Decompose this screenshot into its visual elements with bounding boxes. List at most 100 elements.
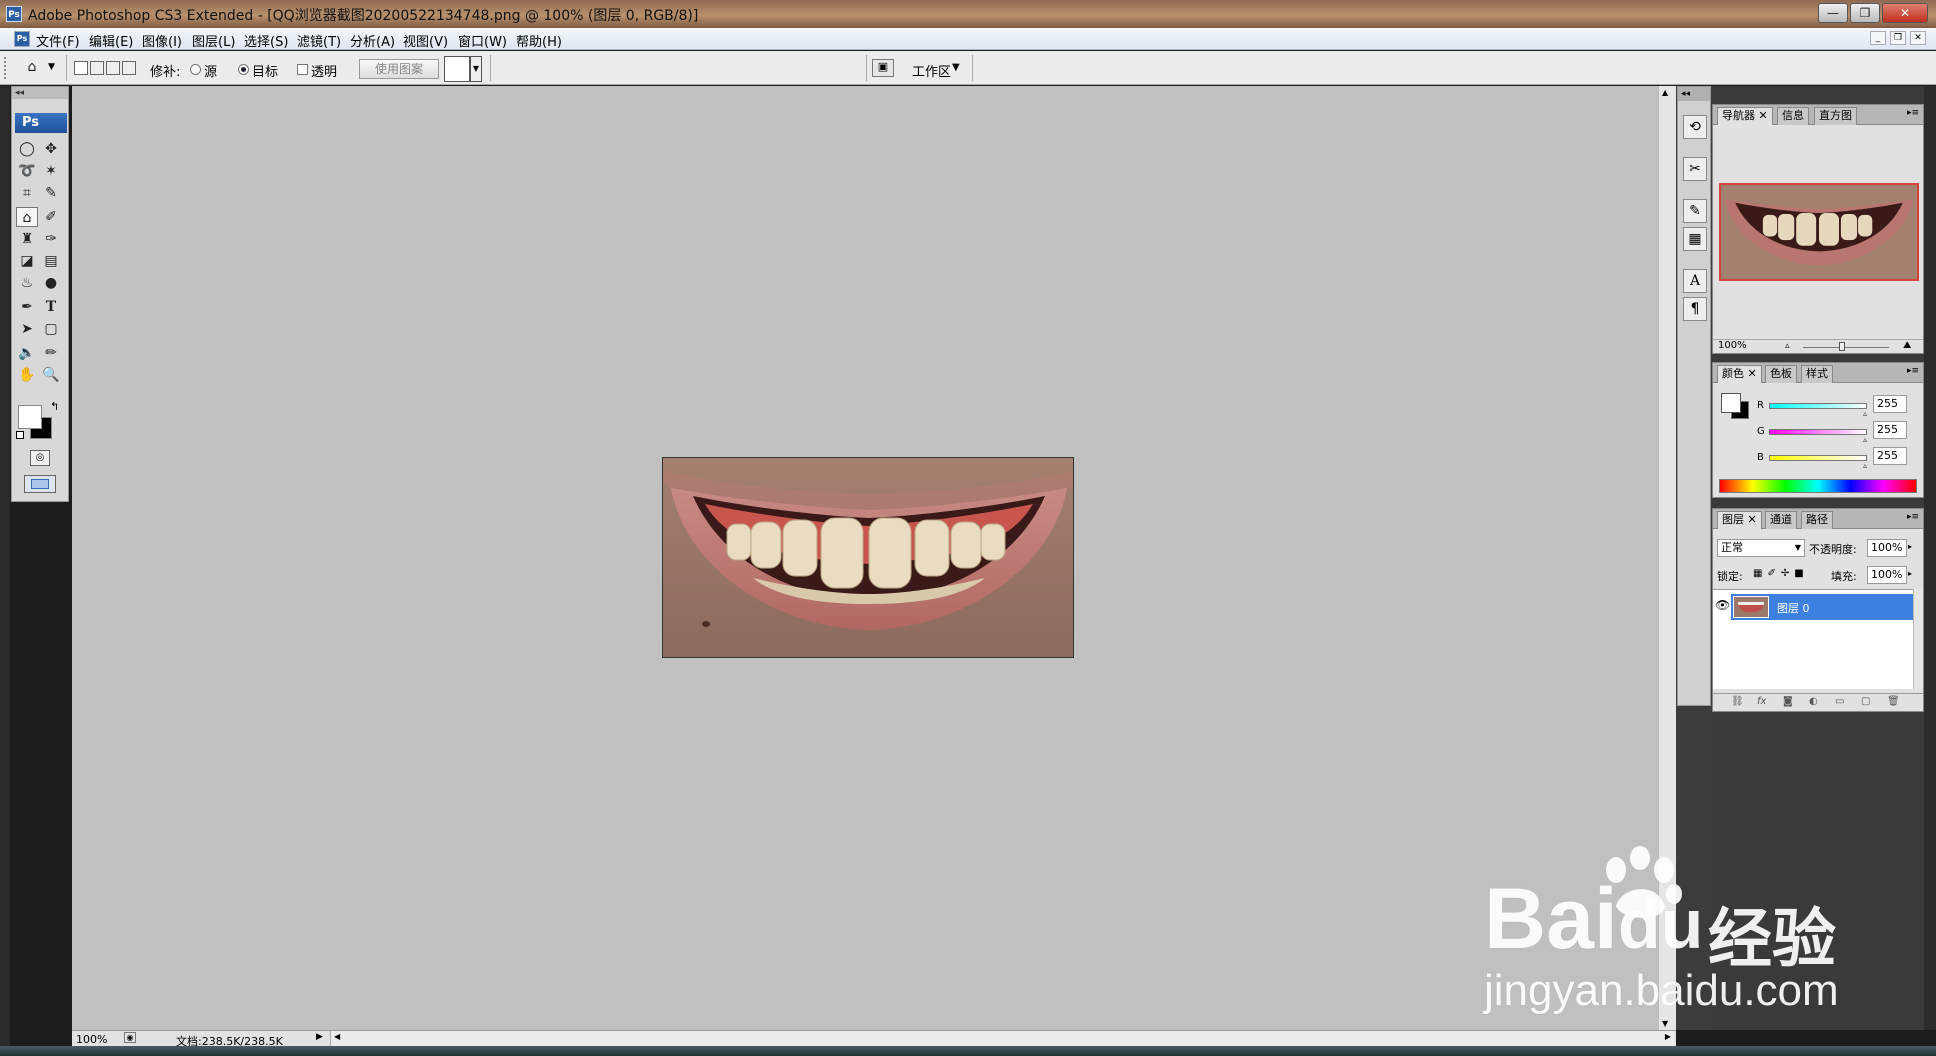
workspace-label[interactable]: 工作区 <box>912 61 951 80</box>
zoom-slider-thumb[interactable] <box>1839 342 1845 351</box>
slice-tool-icon[interactable]: ✎ <box>40 183 62 203</box>
new-group-icon[interactable]: ▭ <box>1835 696 1844 707</box>
shape-tool-icon[interactable]: ▢ <box>40 319 62 339</box>
opacity-arrow-icon[interactable]: ▸ <box>1908 542 1912 551</box>
dodge-tool-icon[interactable]: ● <box>40 273 62 293</box>
menu-analysis[interactable]: 分析(A) <box>350 31 395 50</box>
menu-window[interactable]: 窗口(W) <box>458 31 507 50</box>
tab-channels[interactable]: 通道 <box>1765 511 1797 529</box>
eye-visibility-icon[interactable]: 👁 <box>1715 598 1730 612</box>
history-brush-tool-icon[interactable]: ✑ <box>40 229 62 249</box>
blur-tool-icon[interactable]: ♨ <box>16 273 38 293</box>
foreground-color-swatch[interactable] <box>18 405 42 429</box>
pen-tool-icon[interactable]: ✒ <box>16 297 38 317</box>
use-pattern-button[interactable]: 使用图案 <box>359 59 439 79</box>
swap-colors-icon[interactable]: ↰ <box>50 400 59 413</box>
red-slider[interactable] <box>1769 403 1867 409</box>
menu-edit[interactable]: 编辑(E) <box>89 31 133 50</box>
restore-button[interactable]: ❐ <box>1850 3 1880 23</box>
panel-menu-icon[interactable]: ▸≡ <box>1907 366 1919 376</box>
type-tool-icon[interactable]: T <box>40 297 62 317</box>
new-layer-icon[interactable]: ▢ <box>1861 696 1870 707</box>
lock-icons[interactable]: ▦✐✢■ <box>1753 568 1809 579</box>
tool-presets-icon[interactable]: ✂ <box>1683 157 1707 181</box>
transparent-checkbox[interactable] <box>297 64 308 75</box>
subtract-selection-icon[interactable] <box>106 61 120 75</box>
delete-layer-icon[interactable]: 🗑 <box>1887 696 1900 707</box>
source-radio[interactable] <box>190 64 201 75</box>
red-value[interactable]: 255 <box>1873 395 1907 413</box>
menu-layer[interactable]: 图层(L) <box>192 31 235 50</box>
status-menu-arrow-icon[interactable]: ▶ <box>316 1032 323 1042</box>
destination-radio[interactable] <box>238 64 249 75</box>
navigator-zoom-value[interactable]: 100% <box>1715 340 1767 354</box>
zoom-slider[interactable] <box>1803 347 1889 348</box>
brush-tool-icon[interactable]: ✐ <box>40 207 62 227</box>
new-selection-icon[interactable] <box>74 61 88 75</box>
lasso-tool-icon[interactable]: ➰ <box>16 161 38 181</box>
panel-menu-icon[interactable]: ▸≡ <box>1907 512 1919 522</box>
tab-paths[interactable]: 路径 <box>1801 511 1833 529</box>
opacity-value[interactable]: 100% <box>1867 539 1907 557</box>
menu-help[interactable]: 帮助(H) <box>516 31 562 50</box>
adjustment-layer-icon[interactable]: ◐ <box>1809 696 1818 707</box>
status-preview-icon[interactable]: ◉ <box>124 1032 136 1043</box>
gradient-tool-icon[interactable]: ▤ <box>40 251 62 271</box>
doc-restore-button[interactable]: ❐ <box>1890 31 1906 45</box>
pattern-swatch[interactable] <box>444 56 470 82</box>
blue-slider[interactable] <box>1769 455 1867 461</box>
scroll-left-icon[interactable]: ◀ <box>334 1032 340 1041</box>
close-button[interactable]: ✕ <box>1882 3 1928 23</box>
notes-tool-icon[interactable]: 🔈 <box>16 343 38 363</box>
history-panel-icon[interactable]: ⟲ <box>1683 115 1707 139</box>
brushes-panel-icon[interactable]: ✎ <box>1683 199 1707 223</box>
color-ramp[interactable] <box>1719 479 1917 493</box>
clone-source-icon[interactable]: ▦ <box>1683 227 1707 251</box>
tab-color[interactable]: 颜色 ✕ <box>1717 365 1762 383</box>
red-slider-thumb-icon[interactable]: ▵ <box>1863 409 1867 418</box>
tab-histogram[interactable]: 直方图 <box>1814 107 1857 125</box>
eraser-tool-icon[interactable]: ◪ <box>16 251 38 271</box>
tab-styles[interactable]: 样式 <box>1801 365 1833 383</box>
move-tool-icon[interactable]: ✥ <box>40 139 62 159</box>
screen-mode-icon[interactable] <box>24 475 56 493</box>
layer-mask-icon[interactable]: ◙ <box>1783 696 1793 707</box>
panel-menu-icon[interactable]: ▸≡ <box>1907 108 1919 118</box>
fill-arrow-icon[interactable]: ▸ <box>1908 569 1912 578</box>
minimize-button[interactable]: — <box>1818 3 1848 23</box>
marquee-tool-icon[interactable]: ◯ <box>16 139 38 159</box>
intersect-selection-icon[interactable] <box>122 61 136 75</box>
character-panel-icon[interactable]: A <box>1683 269 1707 293</box>
zoom-out-icon[interactable]: ▵ <box>1785 341 1790 351</box>
layer-row[interactable]: 图层 0 <box>1731 594 1913 620</box>
color-fg-swatch[interactable] <box>1721 393 1741 413</box>
magic-wand-tool-icon[interactable]: ✶ <box>40 161 62 181</box>
layer-name[interactable]: 图层 0 <box>1777 600 1810 616</box>
scroll-up-icon[interactable]: ▲ <box>1662 88 1668 97</box>
pattern-dropdown-icon[interactable]: ▼ <box>470 56 482 82</box>
paragraph-panel-icon[interactable]: ¶ <box>1683 297 1707 321</box>
status-zoom[interactable]: 100% <box>76 1033 107 1046</box>
layer-style-icon[interactable]: fx <box>1757 696 1766 707</box>
navigator-thumbnail[interactable] <box>1719 183 1919 281</box>
layers-scrollbar[interactable] <box>1913 589 1923 689</box>
menu-select[interactable]: 选择(S) <box>244 31 288 50</box>
tab-info[interactable]: 信息 <box>1777 107 1809 125</box>
blend-mode-select[interactable]: 正常 ▼ <box>1717 539 1805 557</box>
green-slider[interactable] <box>1769 429 1867 435</box>
doc-minimize-button[interactable]: _ <box>1870 31 1886 45</box>
menu-file[interactable]: 文件(F) <box>36 31 80 50</box>
scroll-right-icon[interactable]: ▶ <box>1665 1032 1671 1041</box>
zoom-tool-icon[interactable]: 🔍 <box>40 365 62 385</box>
patch-tool-icon[interactable]: ⌂ <box>16 207 38 227</box>
menu-view[interactable]: 视图(V) <box>403 31 448 50</box>
blue-value[interactable]: 255 <box>1873 447 1907 465</box>
workspace-dropdown-icon[interactable]: ▼ <box>952 62 960 73</box>
tab-swatches[interactable]: 色板 <box>1765 365 1797 383</box>
hand-tool-icon[interactable]: ✋ <box>16 365 38 385</box>
document-image[interactable] <box>662 457 1074 658</box>
link-layers-icon[interactable]: ⛓ <box>1731 696 1744 707</box>
add-selection-icon[interactable] <box>90 61 104 75</box>
clone-stamp-tool-icon[interactable]: ♜ <box>16 229 38 249</box>
menu-filter[interactable]: 滤镜(T) <box>297 31 341 50</box>
